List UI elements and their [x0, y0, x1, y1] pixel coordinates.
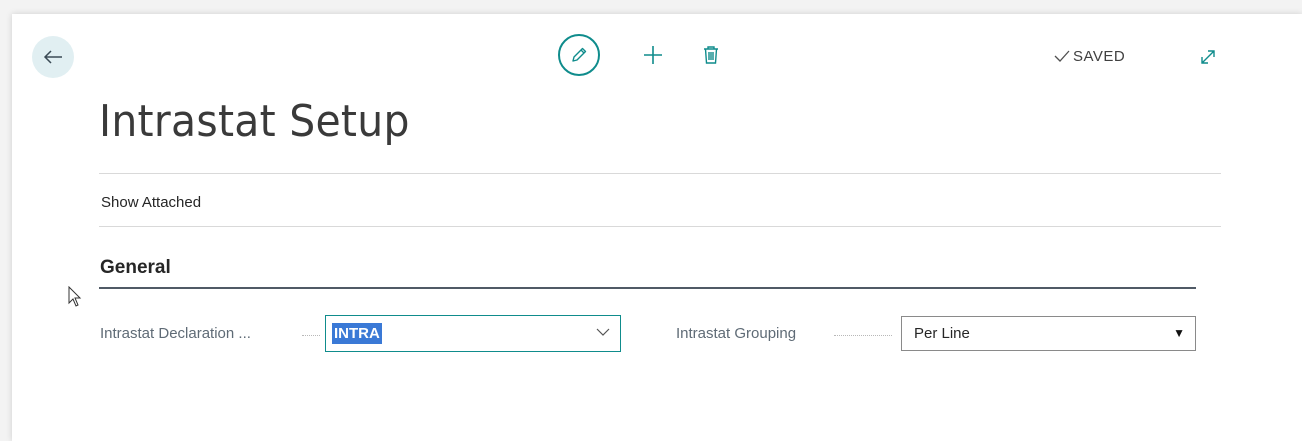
title-divider [99, 173, 1221, 174]
section-divider [99, 287, 1196, 289]
new-button[interactable] [642, 44, 664, 66]
field-leader-dots [302, 335, 320, 337]
back-button[interactable] [32, 36, 74, 78]
field-label-declaration: Intrastat Declaration ... [100, 325, 251, 342]
field-label-grouping: Intrastat Grouping [676, 325, 797, 342]
mouse-cursor-icon [68, 286, 82, 307]
trash-icon [704, 46, 718, 64]
arrow-left-icon [43, 50, 62, 64]
show-attached-action[interactable]: Show Attached [101, 194, 201, 211]
field-leader-dots [834, 335, 892, 337]
actions-divider [99, 226, 1221, 227]
saved-status: SAVED [1054, 46, 1125, 66]
grouping-value: Per Line [914, 325, 970, 342]
chevron-down-icon[interactable] [596, 328, 610, 337]
page-card: SAVED Intrastat Setup Show Attached Gene… [12, 14, 1302, 441]
declaration-value[interactable]: INTRA [332, 323, 382, 344]
section-title-general[interactable]: General [100, 257, 171, 279]
delete-button[interactable] [700, 43, 722, 67]
toolbar [558, 32, 722, 78]
edit-button[interactable] [558, 34, 600, 76]
dropdown-arrow-icon: ▼ [1173, 326, 1185, 340]
page-title: Intrastat Setup [99, 96, 410, 147]
expand-icon [1201, 50, 1215, 64]
saved-label: SAVED [1073, 47, 1126, 65]
grouping-select[interactable]: Per Line ▼ [901, 316, 1196, 351]
expand-button[interactable] [1198, 47, 1218, 67]
pencil-icon [572, 47, 587, 62]
plus-icon [644, 46, 662, 64]
check-icon [1054, 50, 1070, 62]
declaration-combo[interactable]: INTRA [325, 315, 621, 352]
